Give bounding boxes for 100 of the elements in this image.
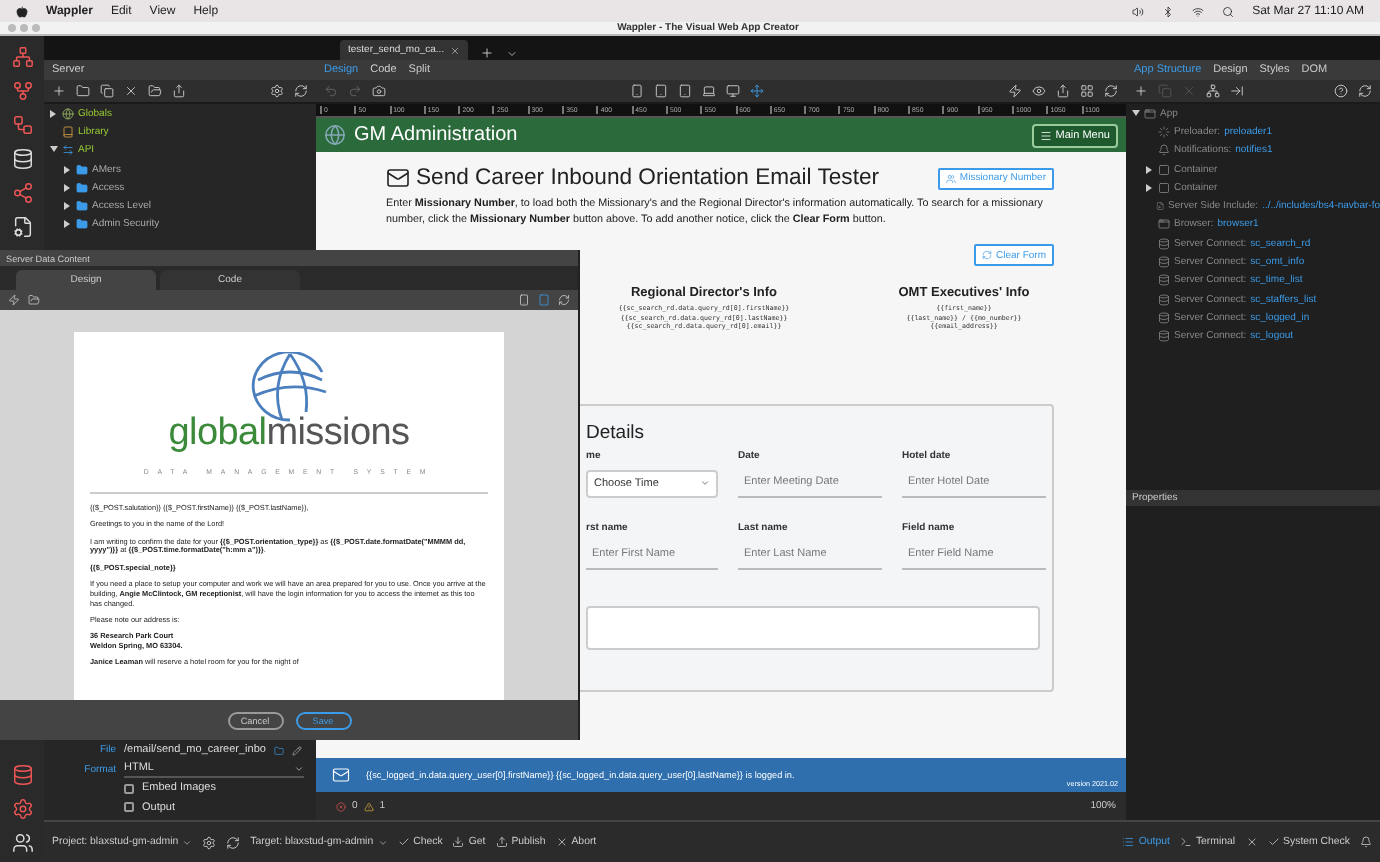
add-tab-icon[interactable] [480, 46, 495, 60]
bluetooth-icon [1162, 5, 1175, 17]
grid-icon[interactable] [1080, 84, 1094, 98]
download-icon [452, 836, 465, 848]
folder-icon[interactable] [28, 294, 40, 306]
refresh-icon[interactable] [294, 84, 308, 98]
warning-icon [363, 801, 374, 811]
terminal-icon [1179, 836, 1192, 848]
pencil-icon[interactable] [291, 745, 302, 756]
arrows-icon [62, 144, 74, 157]
plus-icon[interactable] [52, 84, 66, 98]
help-icon[interactable] [1334, 84, 1348, 98]
export-icon[interactable] [1056, 84, 1070, 98]
envelope-icon [386, 166, 410, 190]
caret-icon [377, 837, 388, 847]
refresh-icon[interactable] [226, 835, 241, 849]
settings-icon[interactable] [11, 798, 33, 820]
phone-icon[interactable] [630, 84, 644, 98]
bell-icon [1158, 144, 1170, 157]
checkbox[interactable] [124, 802, 134, 813]
user-icon[interactable] [11, 832, 33, 854]
upload-icon [495, 836, 508, 848]
database-icon [1158, 256, 1170, 269]
check-icon [1267, 836, 1280, 848]
refresh-icon[interactable] [1104, 84, 1118, 98]
database-icon [1158, 237, 1170, 250]
tablet-icon[interactable] [678, 84, 692, 98]
folder-icon [76, 218, 88, 231]
zoom-dot[interactable] [32, 24, 40, 32]
wifi-icon [1192, 5, 1205, 17]
bell-icon[interactable] [1360, 836, 1372, 848]
file-settings-icon[interactable] [11, 216, 33, 238]
camera-icon[interactable] [372, 84, 386, 98]
envelope-icon [332, 766, 350, 784]
folder-icon[interactable] [76, 84, 90, 98]
card-title: Details [586, 421, 647, 443]
flash-icon[interactable] [1008, 84, 1022, 98]
logo-text: globalmissions [168, 412, 410, 456]
close-icon[interactable] [1245, 836, 1258, 848]
caret-icon [182, 837, 193, 847]
database-icon [1158, 274, 1170, 287]
flash-icon[interactable] [8, 294, 20, 306]
settings-icon[interactable] [202, 835, 217, 849]
volume-icon [1132, 5, 1145, 17]
copy-icon[interactable] [100, 84, 114, 98]
monitor-icon[interactable] [726, 84, 740, 98]
fork-icon[interactable] [11, 80, 33, 102]
caret-icon [294, 763, 304, 774]
app-icon [1144, 107, 1156, 120]
workflow-icon[interactable] [11, 114, 33, 136]
folder-icon [76, 163, 88, 176]
globe-icon [62, 107, 74, 120]
square-icon [1158, 163, 1170, 176]
close-icon [555, 836, 568, 848]
search-icon [1222, 5, 1235, 17]
checkbox[interactable] [124, 783, 134, 794]
database-icon [1158, 293, 1170, 306]
tablet-icon[interactable] [654, 84, 668, 98]
database-icon [1158, 311, 1170, 324]
globe-icon [324, 124, 346, 146]
network-icon[interactable] [11, 46, 33, 68]
close-dot[interactable] [8, 24, 16, 32]
apple-icon [16, 5, 28, 17]
browser-icon [1158, 218, 1170, 231]
expand-arrow-icon[interactable] [1146, 165, 1154, 174]
refresh-icon[interactable] [1358, 84, 1372, 98]
phone-icon[interactable] [518, 294, 530, 306]
brand-title: GM Administration [354, 124, 518, 146]
check-icon [397, 836, 410, 848]
caret-icon[interactable] [506, 48, 519, 60]
plus-icon[interactable] [1134, 84, 1148, 98]
list-icon [1122, 836, 1135, 848]
page-heading: Send Career Inbound Orientation Email Tester [416, 166, 880, 190]
folder-icon[interactable] [148, 84, 162, 98]
refresh-icon[interactable] [558, 294, 570, 306]
hierarchy-icon[interactable] [1206, 84, 1220, 98]
export-icon[interactable] [172, 84, 186, 98]
share-icon[interactable] [11, 182, 33, 204]
expand-arrow-icon[interactable] [50, 109, 58, 118]
expand-arrow-icon[interactable] [50, 146, 58, 155]
minimize-dot[interactable] [20, 24, 28, 32]
eye-icon[interactable] [1032, 84, 1046, 98]
users-icon [945, 173, 956, 183]
database-icon [1158, 330, 1170, 343]
menu-icon [1039, 129, 1052, 141]
arrow-icon[interactable] [1230, 84, 1244, 98]
caret-icon [700, 478, 710, 488]
move-icon[interactable] [750, 84, 764, 98]
book-icon [62, 125, 74, 138]
square-icon [1158, 181, 1170, 194]
error-icon [336, 801, 346, 811]
spinner-icon [1158, 125, 1170, 138]
expand-arrow-icon[interactable] [1146, 183, 1154, 192]
folder-icon [76, 200, 88, 213]
folder-icon [76, 181, 88, 194]
settings-icon[interactable] [270, 84, 284, 98]
file-input-icon [1155, 200, 1165, 213]
expand-arrow-icon[interactable] [1132, 109, 1140, 118]
laptop-icon[interactable] [702, 84, 716, 98]
refresh-icon [981, 250, 992, 260]
